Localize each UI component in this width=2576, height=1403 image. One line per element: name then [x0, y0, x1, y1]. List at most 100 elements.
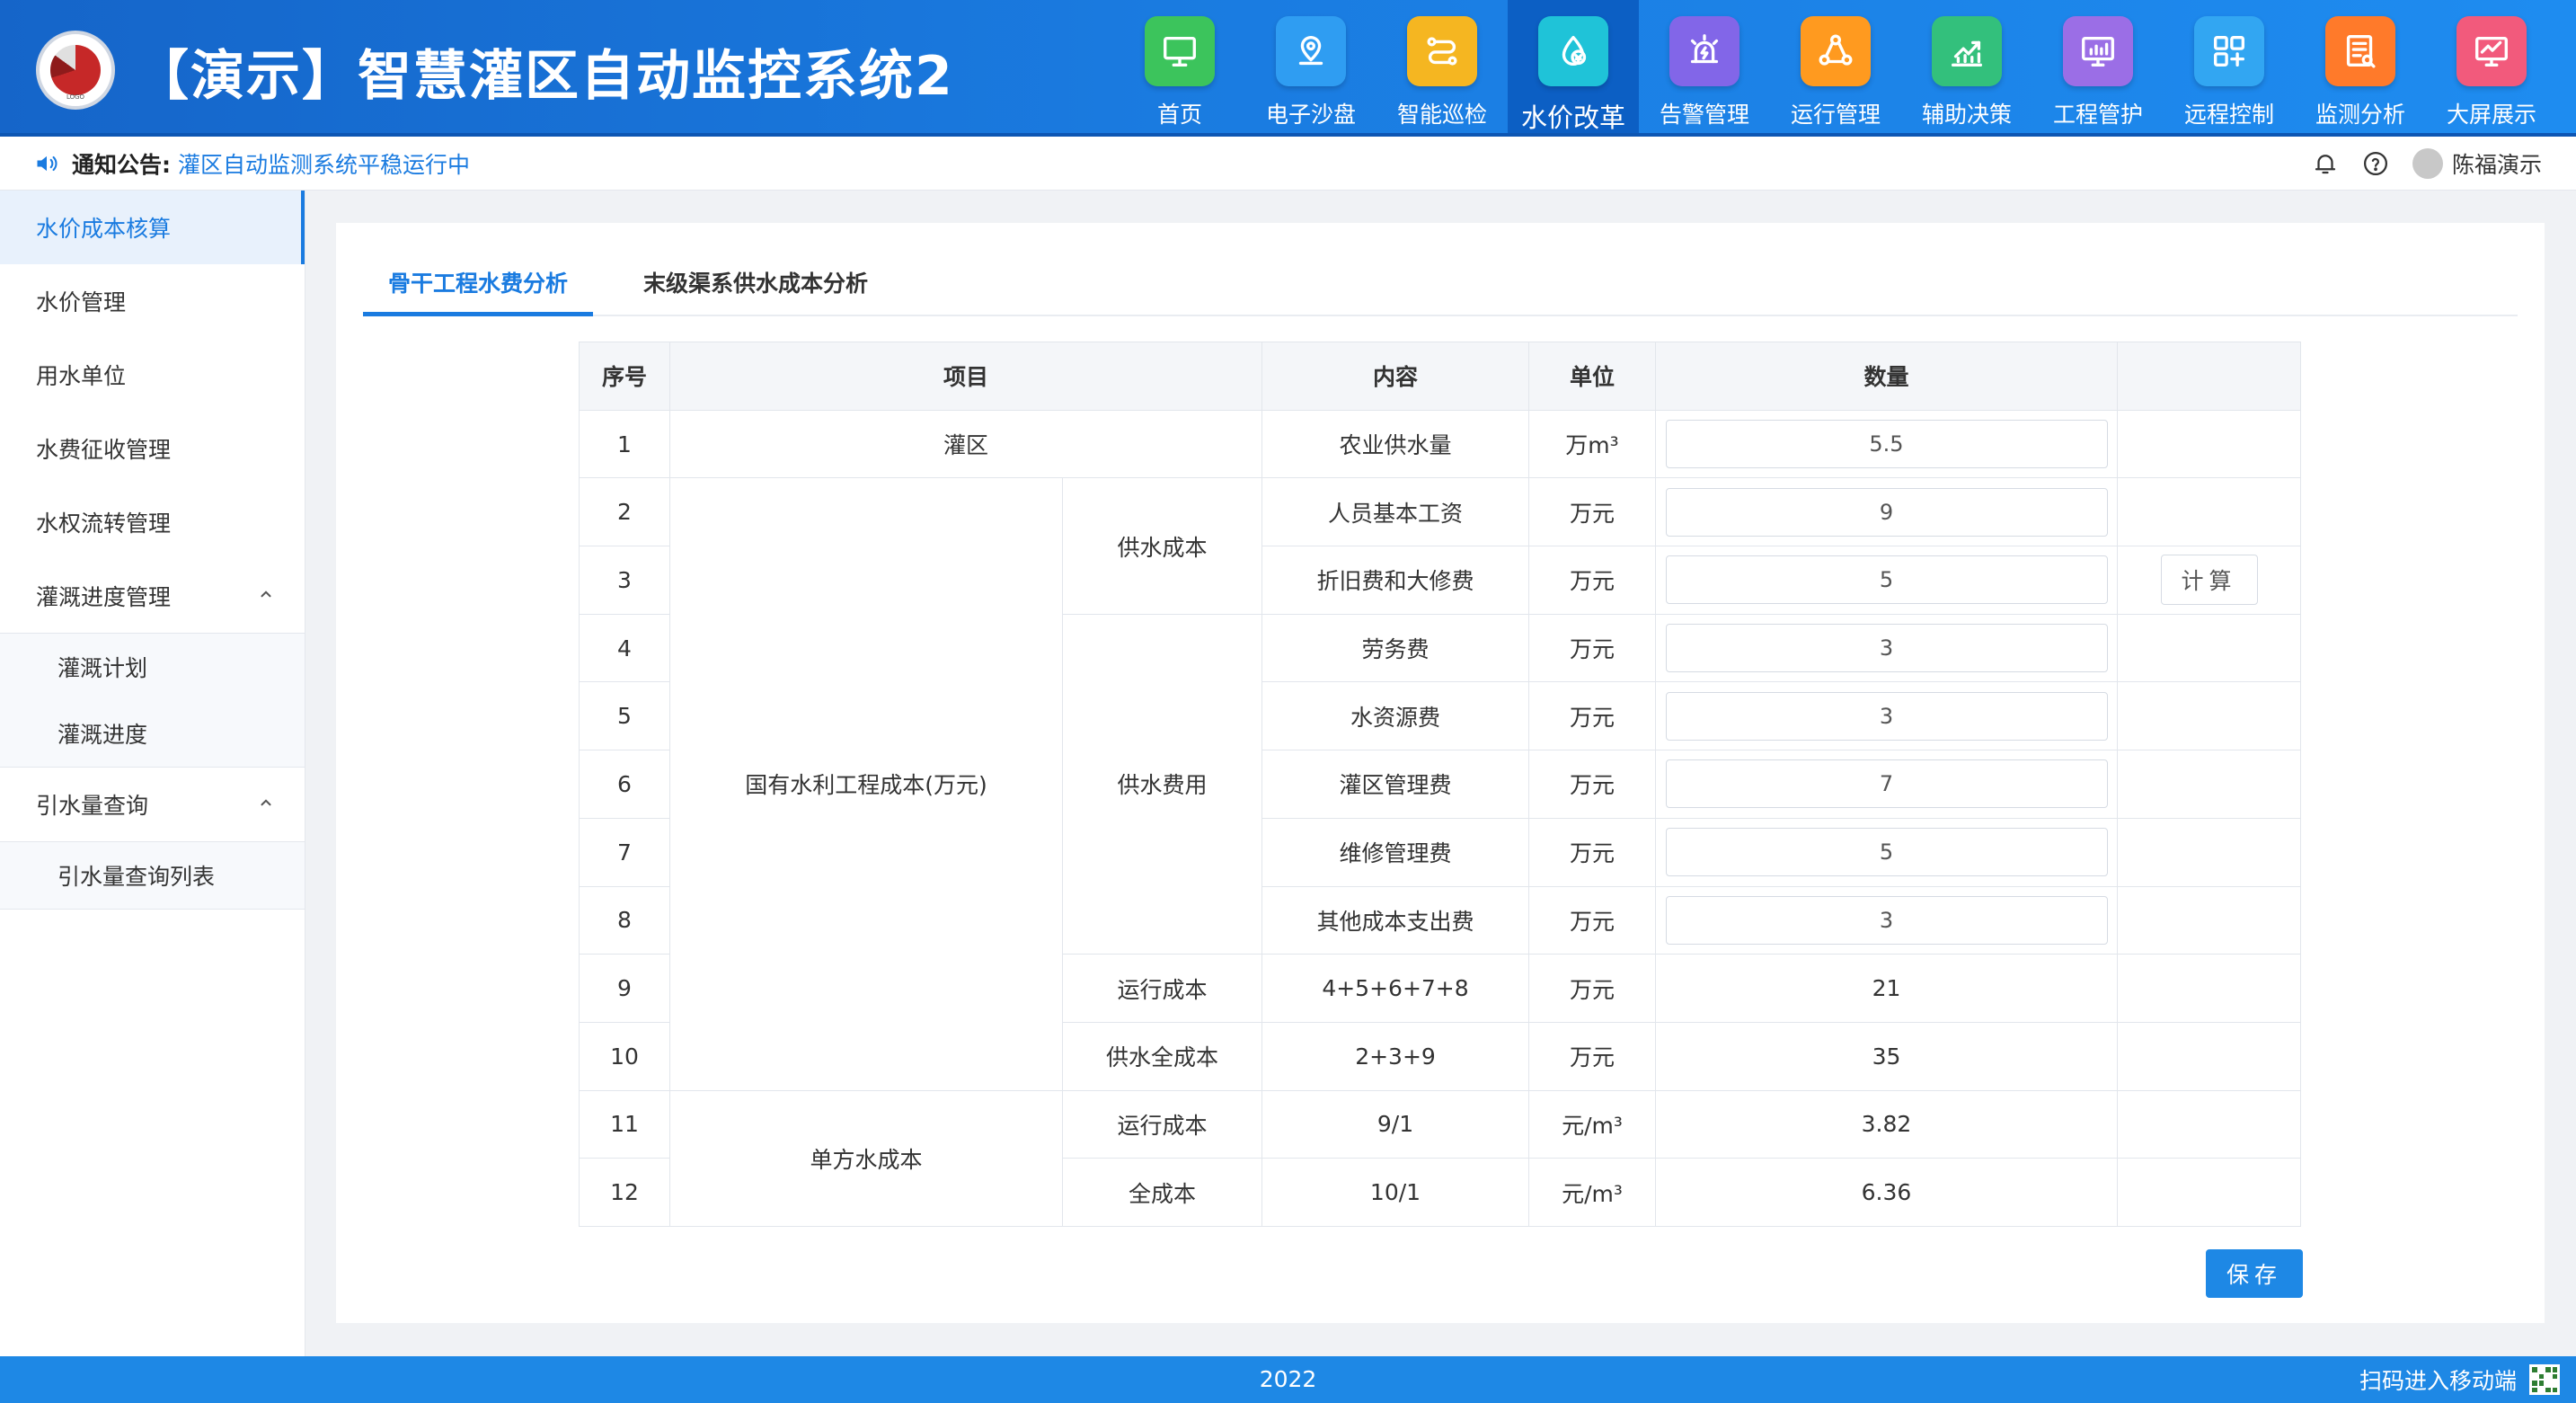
- quantity-input-4[interactable]: [1665, 624, 2108, 673]
- nav-alarm[interactable]: 告警管理: [1639, 0, 1770, 137]
- user-name[interactable]: 陈福演示: [2452, 147, 2542, 180]
- save-button[interactable]: 保存: [2206, 1249, 2303, 1298]
- cell-action: [2117, 885, 2301, 955]
- quantity-input-2[interactable]: [1665, 487, 2108, 537]
- nav-label: 告警管理: [1659, 102, 1749, 128]
- app-title: 【演示】智慧灌区自动监控系统2: [135, 45, 954, 108]
- logo-caption: LOGO: [66, 93, 85, 101]
- cell-group-unit-cost: 单方水成本: [669, 1089, 1063, 1227]
- cell-content: 灌区管理费: [1261, 750, 1529, 819]
- mobile-entry-label[interactable]: 扫码进入移动端: [2359, 1363, 2517, 1396]
- quantity-input-8[interactable]: [1665, 895, 2108, 945]
- cell-action: [2117, 613, 2301, 683]
- submenu-irrigation: 灌溉计划 灌溉进度: [0, 633, 305, 768]
- cell-quantity: [1655, 546, 2118, 615]
- cell-action: [2117, 681, 2301, 751]
- avatar[interactable]: [2412, 148, 2443, 179]
- cell-no: 12: [579, 1158, 670, 1227]
- cell-action: [2117, 954, 2301, 1023]
- nav-water-price[interactable]: 水价改革: [1508, 0, 1639, 137]
- cell-content: 其他成本支出费: [1261, 885, 1529, 955]
- sidebar-item-fee-collection[interactable]: 水费征收管理: [0, 412, 305, 485]
- nav-operation[interactable]: 运行管理: [1770, 0, 1901, 137]
- sidebar-item-label: 灌溉进度: [58, 722, 148, 748]
- cell-content: 10/1: [1261, 1158, 1529, 1227]
- cell-unit: 万元: [1528, 750, 1656, 819]
- help-icon[interactable]: [2362, 150, 2389, 177]
- nav-home[interactable]: 首页: [1114, 0, 1245, 137]
- sidebar-item-label: 水价管理: [36, 289, 127, 315]
- tab-backbone-fee-analysis[interactable]: 骨干工程水费分析: [363, 259, 594, 316]
- sidebar-item-irrigation-plan[interactable]: 灌溉计划: [0, 634, 305, 700]
- cell-no: 3: [579, 546, 670, 615]
- nav-maintenance[interactable]: 工程管护: [2032, 0, 2164, 137]
- sidebar-item-water-rights[interactable]: 水权流转管理: [0, 485, 305, 559]
- sidebar-item-label: 用水单位: [36, 363, 127, 389]
- nav-inspection[interactable]: 智能巡检: [1377, 0, 1508, 137]
- cell-content: 折旧费和大修费: [1261, 546, 1529, 615]
- cell-quantity: [1655, 750, 2118, 819]
- cell-unit: 万元: [1528, 477, 1656, 547]
- nodes-icon: [1801, 16, 1871, 86]
- cell-no: 7: [579, 817, 670, 887]
- cell-action: [2117, 1089, 2301, 1159]
- nav-remote-control[interactable]: 远程控制: [2164, 0, 2295, 137]
- sidebar-item-label: 引水量查询列表: [58, 864, 216, 890]
- footer: 2022 扫码进入移动端: [0, 1356, 2576, 1403]
- cell-action: [2117, 1158, 2301, 1227]
- nav-monitor-analysis[interactable]: 监测分析: [2295, 0, 2426, 137]
- footer-mobile[interactable]: 扫码进入移动端: [2359, 1356, 2560, 1403]
- cell-unit: 万元: [1528, 681, 1656, 751]
- header-quantity: 数量: [1655, 342, 2118, 411]
- cell-no: 6: [579, 750, 670, 819]
- sidebar-item-diversion-query[interactable]: 引水量查询: [0, 768, 305, 841]
- qr-code-icon[interactable]: [2529, 1364, 2560, 1395]
- quantity-input-7[interactable]: [1665, 828, 2108, 877]
- sidebar-item-label: 水价成本核算: [36, 216, 172, 242]
- sidebar-item-diversion-list[interactable]: 引水量查询列表: [0, 842, 305, 909]
- table-row: 11 单方水成本 运行成本 9/1 元/m³ 3.82: [579, 1089, 2301, 1227]
- quantity-input-3[interactable]: [1665, 555, 2108, 605]
- nav-decision[interactable]: 辅助决策: [1901, 0, 2032, 137]
- sidebar-item-water-price-manage[interactable]: 水价管理: [0, 264, 305, 338]
- nav-sandbox[interactable]: 电子沙盘: [1245, 0, 1377, 137]
- cell-content: 9/1: [1261, 1089, 1529, 1159]
- cell-content: 劳务费: [1261, 613, 1529, 683]
- sidebar-item-water-price-cost[interactable]: 水价成本核算: [0, 191, 305, 264]
- cell-unit: 万元: [1528, 817, 1656, 887]
- quantity-input-1[interactable]: [1665, 420, 2108, 469]
- sidebar-item-irrigation-progress[interactable]: 灌溉进度管理: [0, 559, 305, 633]
- header-action: [2117, 342, 2301, 411]
- cell-unit: 元/m³: [1528, 1089, 1656, 1159]
- quantity-input-6[interactable]: [1665, 759, 2108, 809]
- sidebar-item-irrigation-schedule[interactable]: 灌溉进度: [0, 700, 305, 767]
- sidebar-item-label: 水费征收管理: [36, 437, 172, 463]
- cell-no: 9: [579, 954, 670, 1023]
- cell-quantity: [1655, 885, 2118, 955]
- notice-text[interactable]: 灌区自动监测系统平稳运行中: [178, 147, 470, 180]
- nav-big-screen[interactable]: 大屏展示: [2426, 0, 2557, 137]
- logo-emblem-icon: [50, 45, 101, 95]
- chevron-up-icon: [261, 591, 271, 598]
- sidebar-item-label: 灌溉进度管理: [36, 584, 172, 610]
- quantity-input-5[interactable]: [1665, 691, 2108, 741]
- cell-content: 2+3+9: [1261, 1021, 1529, 1091]
- header-no: 序号: [579, 342, 670, 411]
- cell-no: 4: [579, 613, 670, 683]
- cell-action: [2117, 817, 2301, 887]
- cell-group-run-cost: 运行成本: [1062, 954, 1262, 1023]
- cell-unit: 万元: [1528, 954, 1656, 1023]
- calculate-button[interactable]: 计算: [2160, 555, 2258, 606]
- cell-quantity: [1655, 409, 2118, 479]
- cell-group-irrigation: 灌区: [669, 409, 1262, 479]
- table-row: 2 国有水利工程成本(万元) 供水成本 人员基本工资 万元: [579, 477, 2301, 1091]
- notice-bar: 通知公告: 灌区自动监测系统平稳运行中 陈福演示: [0, 137, 2576, 191]
- main-card: 骨干工程水费分析 末级渠系供水成本分析 序号 项目 内容 单位 数量 1 灌区 …: [336, 223, 2545, 1323]
- bell-icon[interactable]: [2312, 150, 2339, 177]
- sidebar-item-water-users[interactable]: 用水单位: [0, 338, 305, 412]
- nav-label: 远程控制: [2183, 102, 2274, 128]
- tab-terminal-canal-cost[interactable]: 末级渠系供水成本分析: [618, 259, 893, 316]
- nav-label: 监测分析: [2315, 102, 2405, 128]
- cell-group-unit-run: 运行成本: [1062, 1089, 1262, 1159]
- cell-group-full-cost: 供水全成本: [1062, 1021, 1262, 1091]
